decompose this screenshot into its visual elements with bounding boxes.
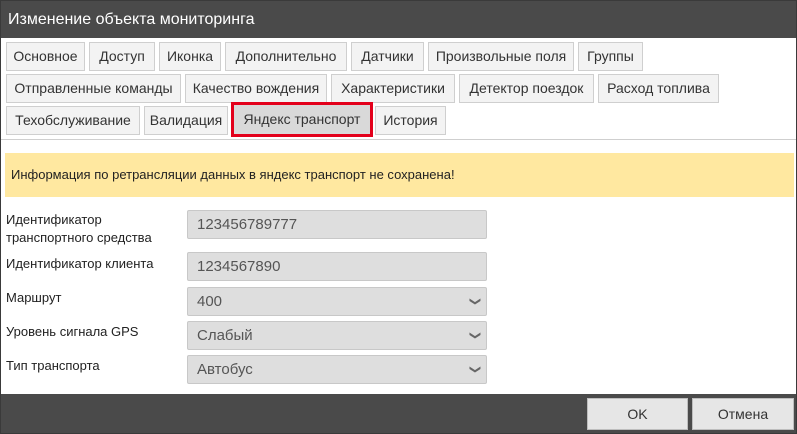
window-title: Изменение объекта мониторинга — [8, 11, 255, 28]
tab-driving-quality[interactable]: Качество вождения — [185, 74, 327, 103]
tab-main[interactable]: Основное — [6, 42, 85, 71]
vehicle-id-label-line2: транспортного средства — [6, 230, 152, 245]
tab-icon[interactable]: Иконка — [159, 42, 221, 71]
transport-type-value: Автобус — [197, 361, 253, 378]
client-id-label: Идентификатор клиента — [6, 256, 154, 271]
tab-groups[interactable]: Группы — [578, 42, 643, 71]
ok-button[interactable]: OK — [587, 398, 688, 430]
tab-yandex-transport[interactable]: Яндекс транспорт — [231, 102, 373, 137]
dialog-footer: OK Отмена — [1, 394, 796, 433]
tab-sensors[interactable]: Датчики — [351, 42, 424, 71]
chevron-down-icon: ❯ — [468, 364, 481, 375]
tab-sent-commands[interactable]: Отправленные команды — [6, 74, 181, 103]
vehicle-id-label-line1: Идентификатор — [6, 212, 102, 227]
gps-level-select[interactable]: Слабый ❯ — [187, 321, 487, 350]
client-id-input[interactable]: 1234567890 — [187, 252, 487, 281]
chevron-down-icon: ❯ — [468, 296, 481, 307]
gps-level-label: Уровень сигнала GPS — [6, 324, 139, 339]
cancel-button[interactable]: Отмена — [692, 398, 794, 430]
gps-level-value: Слабый — [197, 327, 253, 344]
vehicle-id-input[interactable]: 123456789777 — [187, 210, 487, 239]
transport-type-select[interactable]: Автобус ❯ — [187, 355, 487, 384]
chevron-down-icon: ❯ — [468, 330, 481, 341]
route-label: Маршрут — [6, 290, 62, 305]
tab-validation[interactable]: Валидация — [144, 106, 228, 135]
tab-history[interactable]: История — [375, 106, 446, 135]
warning-alert: Информация по ретрансляции данных в янде… — [5, 153, 794, 197]
tab-advanced[interactable]: Дополнительно — [225, 42, 347, 71]
route-select[interactable]: 400 ❯ — [187, 287, 487, 316]
route-value: 400 — [197, 293, 223, 310]
tab-access[interactable]: Доступ — [89, 42, 155, 71]
tab-characteristics[interactable]: Характеристики — [331, 74, 455, 103]
vehicle-id-label: Идентификатор транспортного средства — [6, 211, 152, 247]
tab-bar: Основное Доступ Иконка Дополнительно Дат… — [1, 38, 796, 140]
transport-type-label: Тип транспорта — [6, 358, 100, 373]
tab-maintenance[interactable]: Техобслуживание — [6, 106, 140, 135]
edit-object-dialog: Изменение объекта мониторинга Основное Д… — [0, 0, 797, 434]
tab-trip-detector[interactable]: Детектор поездок — [459, 74, 594, 103]
tab-custom-fields[interactable]: Произвольные поля — [428, 42, 574, 71]
tab-fuel-consumption[interactable]: Расход топлива — [598, 74, 719, 103]
titlebar: Изменение объекта мониторинга — [1, 1, 796, 38]
